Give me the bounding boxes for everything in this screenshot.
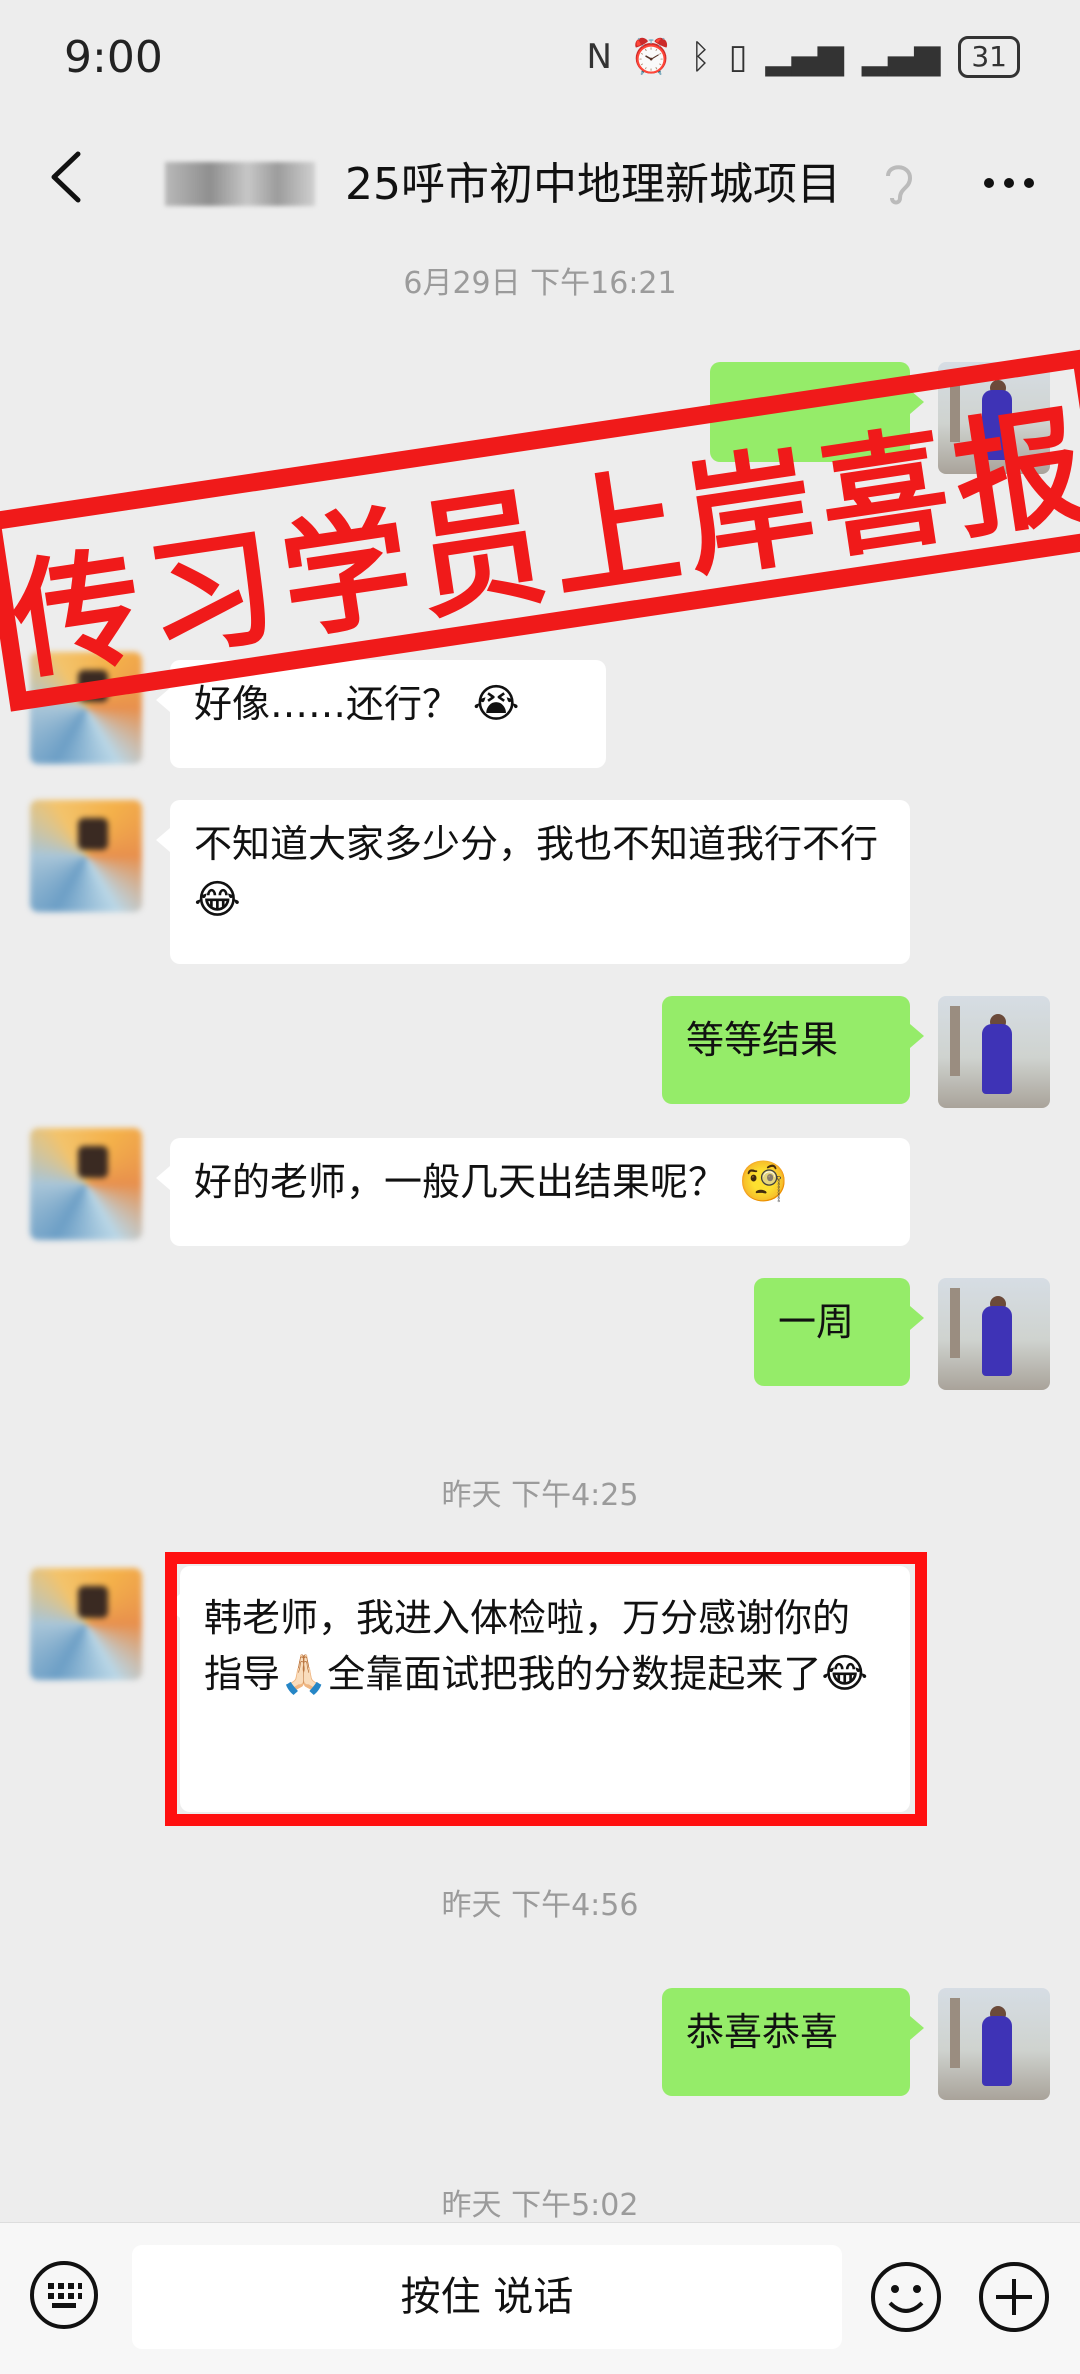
more-dots-icon[interactable] [974, 148, 1044, 218]
self-avatar[interactable] [938, 996, 1050, 1108]
timestamp: 昨天 下午5:02 [441, 2188, 639, 2223]
status-time: 9:00 [64, 32, 163, 83]
message-text: 等等结果 [686, 1018, 839, 1062]
self-avatar[interactable] [938, 1278, 1050, 1390]
message-bubble[interactable]: 恭喜恭喜 [662, 1988, 924, 2096]
plus-icon[interactable] [976, 2259, 1052, 2335]
battery-indicator: 31 [958, 36, 1020, 78]
stamp-text: 传习学员上岸喜报 [3, 390, 1080, 699]
chat-title: 25呼市初中地理新城项目 [345, 159, 841, 210]
status-bar: 9:00 N ⏰ ᛒ ▯ ▂▄▆ ▂▄▆ 31 [0, 0, 1080, 120]
keyboard-icon[interactable] [28, 2259, 100, 2331]
chat-header: 25呼市初中地理新城项目 [0, 120, 1080, 240]
message-bubble[interactable]: 不知道大家多少分，我也不知道我行不行 😂 [156, 800, 910, 964]
message-text: 一周 [778, 1300, 855, 1344]
emoji-icon[interactable] [868, 2259, 944, 2335]
message-text: 好像……还行？ [194, 682, 461, 726]
vibrate-icon: ▯ [728, 37, 748, 77]
promo-stamp: 传习学员上岸喜报 [0, 348, 1080, 712]
contact-avatar[interactable] [30, 800, 142, 912]
laughing-emoji: 😂 [194, 877, 241, 923]
message-text: 恭喜恭喜 [686, 2010, 839, 2054]
message-text: 好的老师，一般几天出结果呢？ [194, 1160, 727, 1204]
message-bubble[interactable]: 好的老师，一般几天出结果呢？ 🧐 [156, 1138, 910, 1246]
crying-laugh-emoji: 😭 [460, 681, 520, 727]
ear-icon [886, 165, 913, 205]
back-arrow-icon[interactable] [34, 142, 104, 212]
signal-icon: ▂▄▆ [765, 37, 844, 77]
timestamp: 6月29日 下午16:21 [403, 266, 677, 301]
highlight-frame [165, 1552, 927, 1826]
input-bar: 按住 说话 [0, 2222, 1080, 2374]
monocle-emoji: 🧐 [726, 1159, 789, 1205]
bluetooth-icon: ᛒ [690, 37, 711, 77]
contact-avatar[interactable] [30, 1128, 142, 1240]
blurred-name [165, 162, 315, 206]
alarm-icon: ⏰ [629, 37, 673, 77]
self-avatar[interactable] [938, 1988, 1050, 2100]
message-text: 不知道大家多少分，我也不知道我行不行 [194, 822, 879, 866]
hold-to-talk-button[interactable]: 按住 说话 [132, 2245, 842, 2349]
message-bubble[interactable]: 一周 [754, 1278, 924, 1386]
timestamp: 昨天 下午4:25 [441, 1478, 639, 1513]
contact-avatar[interactable] [30, 1568, 142, 1680]
nfc-icon: N [586, 37, 612, 77]
message-bubble[interactable]: 等等结果 [662, 996, 924, 1104]
timestamp: 昨天 下午4:56 [441, 1888, 639, 1923]
signal-icon-2: ▂▄▆ [861, 37, 941, 77]
status-icons: N ⏰ ᛒ ▯ ▂▄▆ ▂▄▆ 31 [587, 36, 1020, 78]
